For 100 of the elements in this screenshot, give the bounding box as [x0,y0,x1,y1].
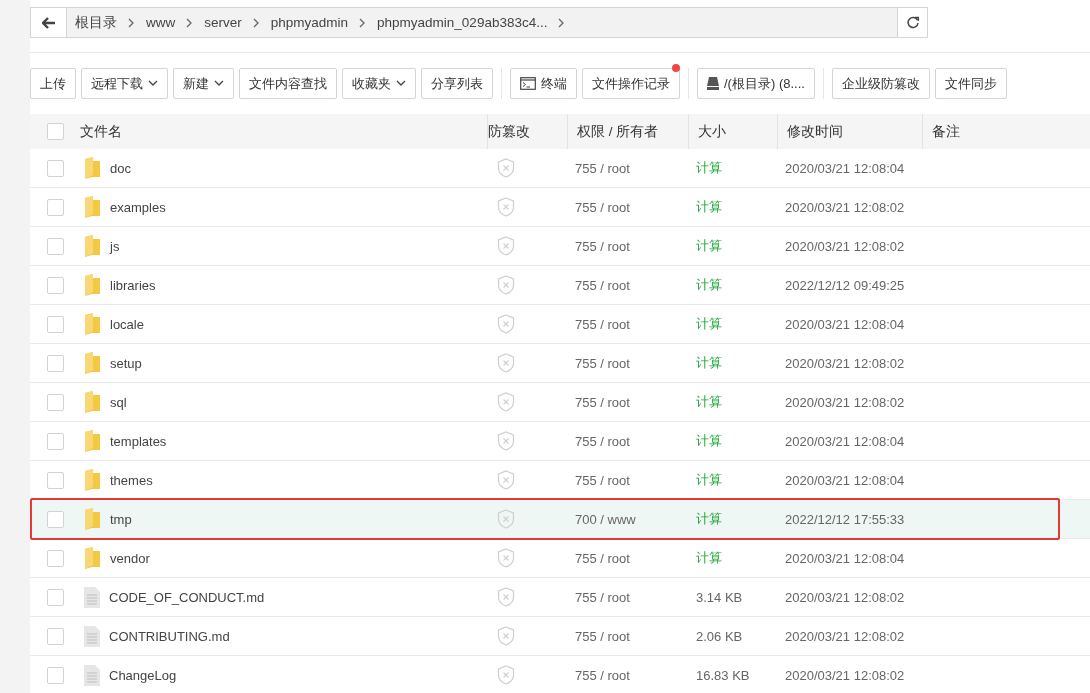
folder-icon [84,274,101,296]
shield-icon [497,353,515,373]
breadcrumb-link[interactable]: 根目录 [75,13,117,32]
file-name[interactable]: CODE_OF_CONDUCT.md [109,589,265,605]
permission-cell-text: 700 / www [574,511,637,527]
file-row[interactable]: CODE_OF_CONDUCT.md 755 / root 3.14 KB 2020/03/21 12:08:02 [30,578,1090,617]
permission-cell-text: 755 / root [574,472,631,488]
file-row[interactable]: templates 755 / root 计算 2020/03/21 12:08:04 [30,422,1090,461]
toolbar-button[interactable]: 新建 [173,68,234,99]
file-name[interactable]: templates [110,433,167,449]
file-name[interactable]: vendor [110,550,150,566]
folder-icon [84,313,101,335]
permission-cell-text: 755 / root [574,238,631,254]
refresh-icon [905,15,920,30]
toolbar-button[interactable]: 分享列表 [421,68,493,99]
file-row[interactable]: vendor 755 / root 计算 2020/03/21 12:08:04 [30,539,1090,578]
file-name[interactable]: setup [110,355,142,371]
file-row[interactable]: setup 755 / root 计算 2020/03/21 12:08:02 [30,344,1090,383]
folder-icon [84,430,101,452]
folder-icon [84,157,101,179]
row-checkbox[interactable] [46,588,64,606]
permission-cell-text: 755 / root [574,316,631,332]
file-name[interactable]: sql [110,394,127,410]
file-row[interactable]: tmp 700 / www 计算 2022/12/12 17:55:33 [30,500,1090,539]
breadcrumb-link[interactable]: phpmyadmin_029ab383c4... [377,15,548,30]
row-checkbox[interactable] [46,315,64,333]
file-row[interactable]: sql 755 / root 计算 2020/03/21 12:08:02 [30,383,1090,422]
file-row[interactable]: examples 755 / root 计算 2020/03/21 12:08:02 [30,188,1090,227]
row-checkbox[interactable] [46,354,64,372]
folder-icon [84,547,101,569]
folder-icon [84,508,101,530]
row-checkbox[interactable] [46,237,64,255]
file-row[interactable]: ChangeLog 755 / root 16.83 KB 2020/03/21 12:08:02 [30,656,1090,693]
permission-cell-text: 755 / root [574,394,631,410]
file-row[interactable]: locale 755 / root 计算 2020/03/21 12:08:04 [30,305,1090,344]
disk-button[interactable]: /(根目录) (8.... [697,68,815,99]
file-name[interactable]: themes [110,472,153,488]
permission-cell-text: 755 / root [574,277,631,293]
shield-icon [497,587,515,607]
permission-cell-text: 755 / root [574,550,631,566]
permission-cell-text: 755 / root [574,628,631,644]
modified-time-cell-text: 2020/03/21 12:08:04 [784,160,906,176]
file-row[interactable]: CONTRIBUTING.md 755 / root 2.06 KB 2020/03/21 12:08:02 [30,617,1090,656]
breadcrumb-link[interactable]: phpmyadmin [270,15,349,30]
file-name[interactable]: doc [110,160,131,176]
column-header: 文件名 [80,122,123,141]
caret-icon [396,80,406,87]
row-checkbox[interactable] [46,471,64,489]
terminal-icon [520,77,536,90]
file-name[interactable]: tmp [110,511,132,527]
row-checkbox[interactable] [46,549,64,567]
permission-cell-text: 755 / root [574,667,631,683]
modified-time-cell-text: 2020/03/21 12:08:04 [784,316,906,332]
modified-time-cell-text: 2020/03/21 12:08:02 [784,394,906,410]
file-name[interactable]: ChangeLog [109,667,177,683]
toolbar-button[interactable]: 上传 [30,68,76,99]
file-row[interactable]: doc 755 / root 计算 2020/03/21 12:08:04 [30,149,1090,188]
file-name[interactable]: js [110,238,120,254]
row-checkbox[interactable] [46,432,64,450]
permission-cell-text: 755 / root [574,589,631,605]
back-button[interactable] [31,8,67,37]
toolbar-button[interactable]: 文件内容查找 [239,68,337,99]
modified-time-cell-text: 2020/03/21 12:08:04 [784,433,906,449]
modified-time-cell-text: 2020/03/21 12:08:02 [784,355,906,371]
row-checkbox[interactable] [46,627,64,645]
file-row[interactable]: js 755 / root 计算 2020/03/21 12:08:02 [30,227,1090,266]
file-icon [84,664,100,686]
chevron-right-icon [252,17,260,28]
file-icon [84,625,100,647]
row-checkbox[interactable] [46,276,64,294]
toolbar-button[interactable]: 远程下载 [81,68,168,99]
row-checkbox[interactable] [46,510,64,528]
toolbar-button[interactable]: 企业级防篡改 [831,68,930,99]
row-checkbox[interactable] [46,198,64,216]
breadcrumb-link[interactable]: server [204,15,242,30]
breadcrumb-link[interactable]: www [146,15,176,30]
back-arrow-icon [41,16,56,29]
row-checkbox[interactable] [46,666,64,684]
caret-icon [148,80,158,87]
row-checkbox[interactable] [46,159,64,177]
refresh-button[interactable] [897,8,927,37]
modified-time-cell-text: 2020/03/21 12:08:02 [784,628,906,644]
file-name[interactable]: libraries [110,277,156,293]
file-name[interactable]: locale [110,316,144,332]
toolbar-button[interactable]: 文件同步 [934,68,1007,99]
shield-icon [497,236,515,256]
shield-icon [497,626,515,646]
permission-cell-text: 755 / root [574,160,631,176]
permission-cell-text: 755 / root [574,433,631,449]
file-name[interactable]: CONTRIBUTING.md [109,628,230,644]
toolbar-button[interactable]: 收藏夹 [342,68,416,99]
modified-time-cell-text: 2020/03/21 12:08:04 [784,550,906,566]
permission-cell-text: 755 / root [574,355,631,371]
terminal-button[interactable]: 终端 [510,68,577,99]
row-checkbox[interactable] [46,393,64,411]
select-all-checkbox[interactable] [46,123,64,140]
modified-time-cell-text: 2020/03/21 12:08:04 [784,472,906,488]
file-name[interactable]: examples [110,199,166,215]
file-row[interactable]: libraries 755 / root 计算 2022/12/12 09:49:25 [30,266,1090,305]
modified-time-cell-text: 2020/03/21 12:08:02 [784,589,906,605]
